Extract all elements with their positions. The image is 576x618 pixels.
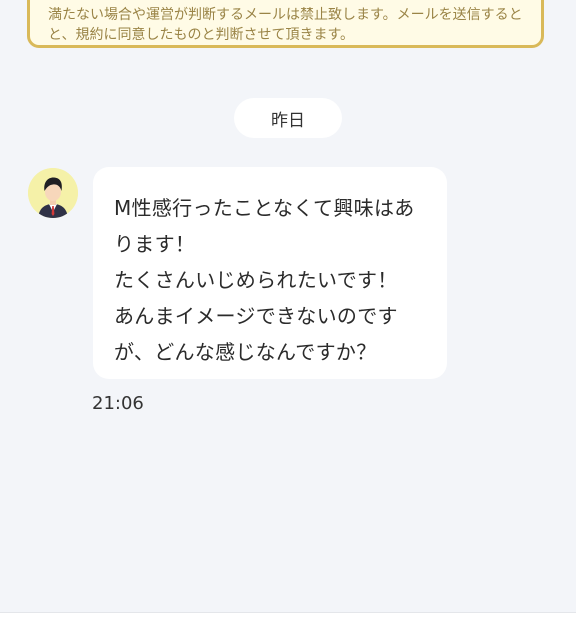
notice-text-line-2: と、規約に同意したものと判断させて頂きます。 bbox=[48, 27, 355, 43]
date-divider: 昨日 bbox=[234, 98, 342, 138]
person-icon bbox=[28, 168, 78, 218]
notice-text-line-1: 満たない場合や運営が判断するメールは禁止致します。メールを送信すると bbox=[48, 7, 523, 23]
input-bar[interactable] bbox=[0, 612, 576, 618]
avatar[interactable] bbox=[28, 168, 78, 218]
notice-banner: 満たない場合や運営が判断するメールは禁止致します。メールを送信すると と、規約に… bbox=[27, 0, 544, 48]
message-line: M性感行ったことなくて興味はあ bbox=[114, 196, 415, 220]
message-line: たくさんいじめられたいです！ bbox=[114, 268, 398, 292]
message-line: が、どんな感じなんですか？ bbox=[114, 340, 377, 364]
message-line: ります！ bbox=[114, 232, 196, 256]
message-line: あんまイメージできないのです bbox=[114, 304, 398, 328]
message-timestamp: 21:06 bbox=[92, 393, 144, 414]
message-bubble: M性感行ったことなくて興味はあ ります！ たくさんいじめられたいです！ あんまイ… bbox=[93, 167, 447, 379]
